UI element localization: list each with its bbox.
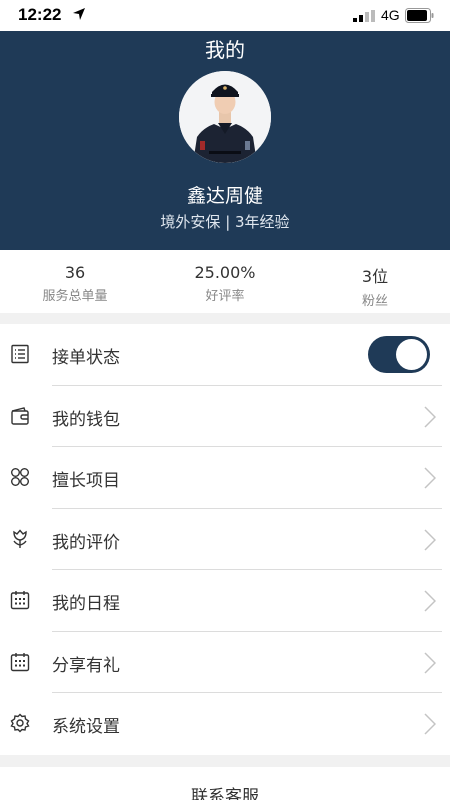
location-arrow-icon <box>73 8 85 20</box>
status-time: 12:22 <box>18 5 62 24</box>
stat-rating-label: 好评率 <box>205 289 245 304</box>
menu-label-share: 分享有礼 <box>52 655 120 676</box>
menu-label-order-status: 接单状态 <box>52 348 120 368</box>
avatar-image <box>179 71 271 163</box>
stats-bar: 36 服务总单量 25.00% 好评率 3位 粉丝 <box>0 250 450 313</box>
menu-label-reviews: 我的评价 <box>52 532 120 553</box>
flower-icon <box>13 528 27 548</box>
menu-item-share[interactable]: 分享有礼 <box>0 632 450 693</box>
battery-icon <box>405 8 434 23</box>
contact-service-button[interactable]: 联系客服 <box>0 782 450 800</box>
menu-label-skills: 擅长项目 <box>52 471 120 491</box>
user-description: 境外安保 | 3年经验 <box>160 213 290 231</box>
menu-item-reviews[interactable]: 我的评价 <box>0 509 450 570</box>
chevron-right-icon <box>424 405 436 428</box>
wallet-icon <box>11 406 29 425</box>
stat-fans[interactable]: 3位 粉丝 <box>300 263 450 309</box>
menu-list: 接单状态 我的钱包 擅长项目 我的评价 我的日程 分享有礼 系统设置 <box>0 324 450 755</box>
menu-item-settings[interactable]: 系统设置 <box>0 693 450 755</box>
stat-orders-value: 36 <box>64 263 86 282</box>
calendar-icon <box>10 652 30 671</box>
stat-fans-label: 粉丝 <box>361 294 388 309</box>
profile-header: 我的 鑫达周健 境外安保 | 3年经验 <box>0 31 450 250</box>
signal-icon <box>353 10 375 22</box>
grid-icon <box>11 468 29 486</box>
avatar[interactable] <box>179 71 271 163</box>
order-status-toggle[interactable] <box>368 336 430 373</box>
user-name: 鑫达周健 <box>186 185 263 207</box>
chevron-right-icon <box>424 467 436 489</box>
stat-rating-value: 25.00% <box>194 263 256 282</box>
list-icon <box>11 344 29 364</box>
calendar-icon <box>10 591 30 610</box>
stat-orders-label: 服务总单量 <box>42 289 108 304</box>
menu-item-wallet[interactable]: 我的钱包 <box>0 386 450 447</box>
chevron-right-icon <box>424 713 436 735</box>
menu-label-settings: 系统设置 <box>52 717 120 737</box>
menu-label-schedule: 我的日程 <box>52 594 120 614</box>
menu-item-skills[interactable]: 擅长项目 <box>0 447 450 509</box>
chevron-right-icon <box>424 651 436 674</box>
stat-rating[interactable]: 25.00% 好评率 <box>150 263 300 304</box>
menu-label-wallet: 我的钱包 <box>52 409 120 430</box>
stat-orders[interactable]: 36 服务总单量 <box>0 263 150 304</box>
stat-fans-value: 3位 <box>361 267 389 286</box>
page-title: 我的 <box>205 38 245 62</box>
chevron-right-icon <box>424 590 436 612</box>
network-label: 4G <box>381 7 400 23</box>
gear-icon <box>10 713 30 733</box>
menu-item-schedule[interactable]: 我的日程 <box>0 570 450 632</box>
chevron-right-icon <box>424 528 436 551</box>
status-bar: 12:22 4G <box>0 0 450 31</box>
footer: 联系客服 <box>0 767 450 800</box>
toggle-knob <box>396 339 427 370</box>
menu-item-order-status[interactable]: 接单状态 <box>0 324 450 386</box>
